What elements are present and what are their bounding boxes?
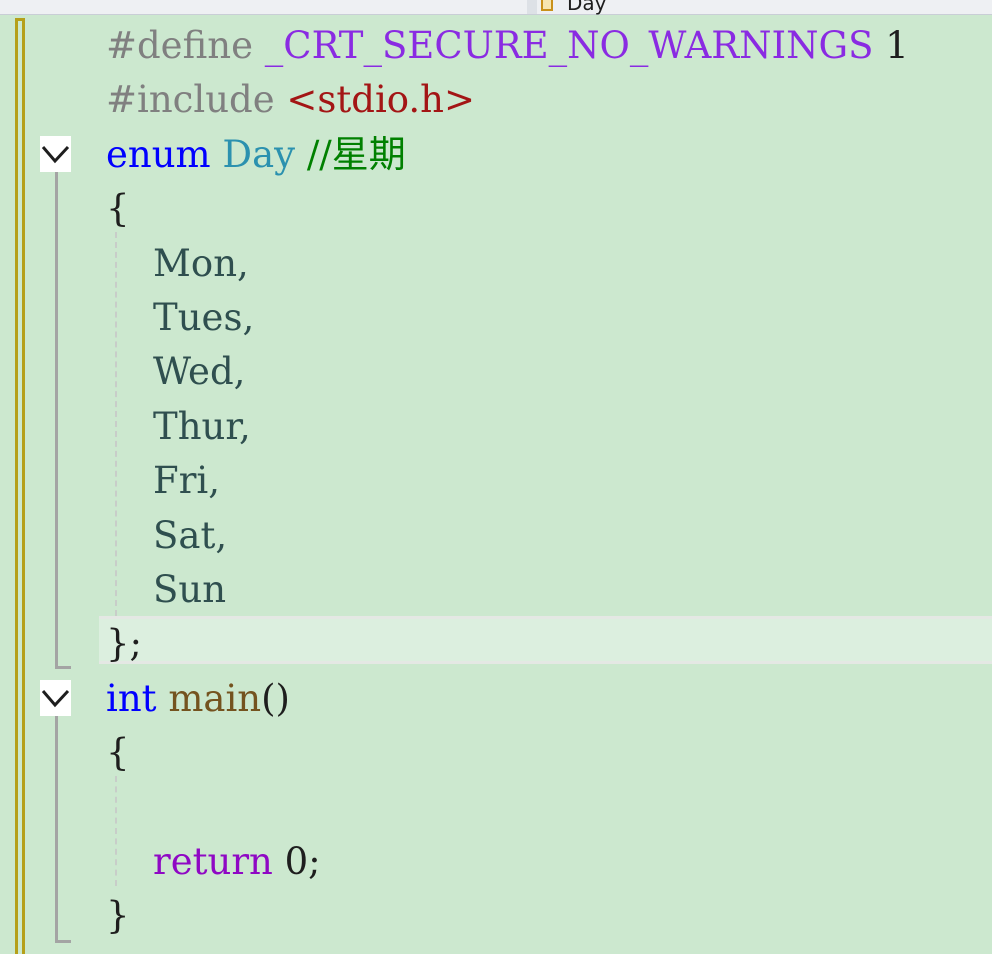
code-line-enum[interactable]: enum Day //星期 bbox=[106, 128, 909, 182]
include-directive: #include bbox=[106, 78, 275, 122]
enum-keyword: enum bbox=[106, 132, 211, 176]
code-line-member[interactable]: Wed, bbox=[106, 345, 909, 399]
code-line-main[interactable]: int main() bbox=[106, 672, 909, 726]
define-directive: #define bbox=[106, 24, 253, 67]
return-value: 0 bbox=[284, 839, 309, 883]
code-line-enum-open[interactable]: { bbox=[106, 182, 909, 236]
code-line-member[interactable]: Sun bbox=[106, 563, 909, 617]
enum-member: Wed, bbox=[153, 350, 246, 394]
partial-comment: // bbox=[106, 949, 131, 954]
enum-comment: //星期 bbox=[306, 132, 406, 176]
change-tracking-bar bbox=[15, 18, 25, 954]
macro-value: 1 bbox=[885, 24, 909, 67]
code-line-comment[interactable]: // bbox=[106, 944, 909, 954]
enum-member: Sun bbox=[153, 567, 227, 611]
enum-member: Sat, bbox=[153, 513, 228, 557]
code-line-member[interactable]: Sat, bbox=[106, 509, 909, 563]
enum-member: Mon, bbox=[153, 241, 249, 285]
chevron-down-icon bbox=[41, 145, 70, 164]
semicolon: ; bbox=[308, 839, 321, 883]
function-name: main bbox=[168, 676, 262, 720]
open-brace: { bbox=[106, 731, 130, 775]
main-fold-line bbox=[55, 716, 71, 943]
include-header: <stdio.h> bbox=[286, 78, 476, 122]
navigation-bar: Day bbox=[0, 0, 992, 15]
code-line-define[interactable]: #define _CRT_SECURE_NO_WARNINGS 1 bbox=[106, 19, 909, 73]
code-line-empty[interactable] bbox=[106, 780, 909, 834]
return-keyword: return bbox=[153, 839, 273, 883]
code-line-member[interactable]: Fri, bbox=[106, 454, 909, 508]
code-editor[interactable]: Day #define _CRT_SECURE_NO_WARNINGS 1 #i… bbox=[0, 0, 992, 954]
parentheses: () bbox=[261, 676, 290, 720]
enum-member: Fri, bbox=[153, 459, 221, 503]
code-line-include[interactable]: #include <stdio.h> bbox=[106, 73, 909, 127]
enum-fold-line bbox=[55, 172, 71, 669]
enum-icon bbox=[541, 0, 553, 11]
code-line-member[interactable]: Tues, bbox=[106, 291, 909, 345]
enum-name: Day bbox=[222, 132, 296, 176]
close-brace: }; bbox=[106, 622, 143, 666]
int-keyword: int bbox=[106, 676, 157, 720]
code-line-return[interactable]: return 0; bbox=[106, 835, 909, 889]
code-text[interactable]: #define _CRT_SECURE_NO_WARNINGS 1 #inclu… bbox=[106, 19, 909, 954]
enum-member: Thur, bbox=[153, 404, 251, 448]
chevron-down-icon bbox=[41, 689, 70, 708]
collapse-enum-toggle[interactable] bbox=[40, 136, 71, 172]
close-brace: } bbox=[106, 894, 130, 938]
code-line-member[interactable]: Mon, bbox=[106, 237, 909, 291]
code-line-member[interactable]: Thur, bbox=[106, 400, 909, 454]
enum-member: Tues, bbox=[153, 295, 255, 339]
navigation-divider bbox=[527, 0, 537, 14]
member-label: Day bbox=[567, 0, 607, 15]
macro-name: _CRT_SECURE_NO_WARNINGS bbox=[264, 24, 874, 67]
code-line-main-close[interactable]: } bbox=[106, 889, 909, 943]
open-brace: { bbox=[106, 187, 130, 231]
collapse-main-toggle[interactable] bbox=[40, 680, 71, 716]
member-dropdown[interactable]: Day bbox=[541, 0, 607, 15]
code-line-main-open[interactable]: { bbox=[106, 726, 909, 780]
code-line-enum-close[interactable]: }; bbox=[106, 617, 909, 671]
